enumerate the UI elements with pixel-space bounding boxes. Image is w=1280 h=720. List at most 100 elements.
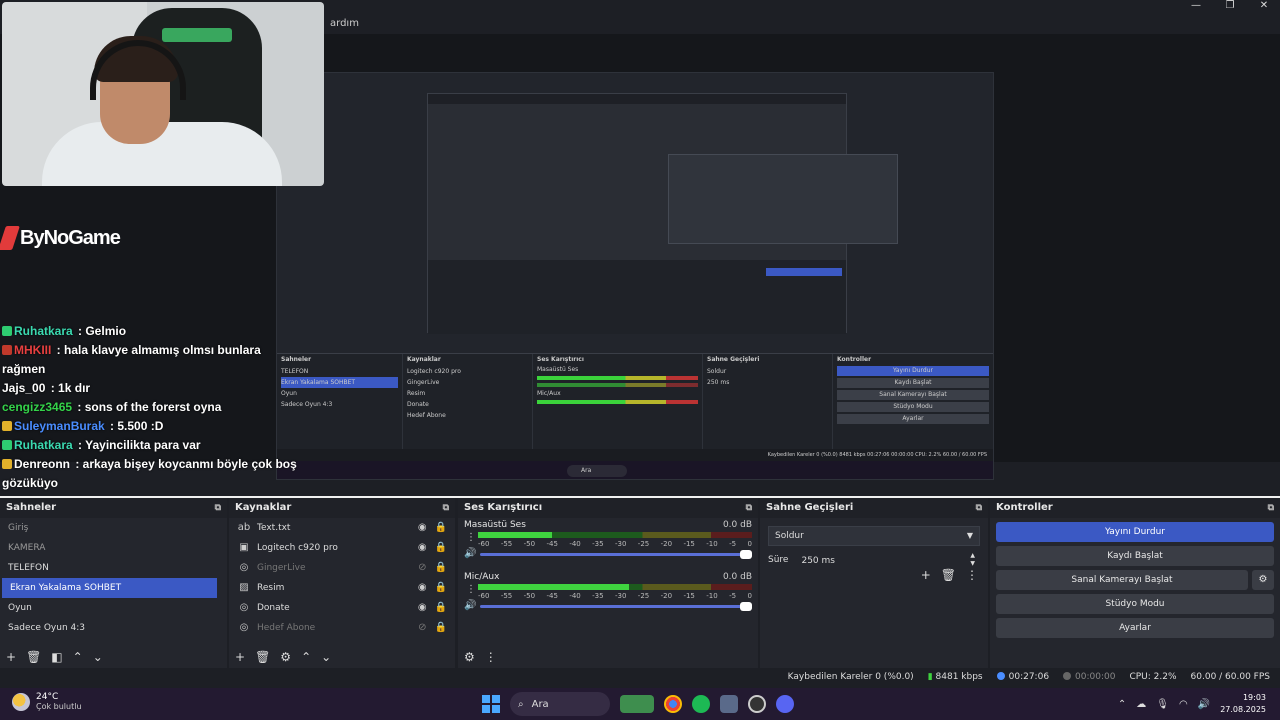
volume-slider[interactable] [480,550,752,559]
mic-icon[interactable]: 🎙 [1156,699,1169,710]
network-icon[interactable]: ☁ [1136,699,1146,710]
stop-stream-button[interactable]: Yayını Durdur [996,522,1274,542]
float-icon[interactable]: ⧉ [976,498,982,518]
volume-icon[interactable]: 🔊 [1198,699,1210,710]
source-item[interactable]: ◎ Donate ◉ 🔒 [229,598,455,618]
obs-icon[interactable] [748,695,766,713]
eye-icon[interactable]: ◉ [418,578,427,598]
spotify-icon[interactable] [692,695,710,713]
mixer-menu-icon[interactable]: ⋮ [485,650,497,664]
source-item[interactable]: ◎ GingerLive ⊘ 🔒 [229,558,455,578]
controls-dock: Kontroller ⧉ Yayını Durdur Kaydı Başlat S… [990,498,1280,668]
studio-mode-button[interactable]: Stüdyo Modu [996,594,1274,614]
move-down-icon[interactable]: ⌄ [321,650,331,664]
remove-transition-icon[interactable]: 🗑 [941,568,956,582]
lock-icon[interactable]: 🔒 [435,598,447,618]
inner-statusbar: Kaybedilen Kareler 0 (%0.0) 8481 kbps 00… [277,449,993,461]
source-item[interactable]: ◎ Hedef Abone ⊘ 🔒 [229,618,455,638]
scene-item[interactable]: TELEFON [0,558,227,578]
weather-widget[interactable]: 24°C Çok bulutlu [12,692,82,711]
bynogame-logo: ByNoGame [0,226,121,250]
eye-hidden-icon[interactable]: ⊘ [418,618,426,638]
float-icon[interactable]: ⧉ [215,498,221,518]
close-button[interactable]: ✕ [1258,0,1270,11]
scale-tick: -15 [683,540,695,548]
lock-icon[interactable]: 🔒 [435,618,447,638]
source-item[interactable]: ▣ Logitech c920 pro ◉ 🔒 [229,538,455,558]
eye-icon[interactable]: ◉ [418,518,427,538]
source-item[interactable]: ▨ Resim ◉ 🔒 [229,578,455,598]
transition-select[interactable]: Soldur ▼ [768,526,980,546]
move-up-icon[interactable]: ⌃ [73,650,83,664]
minimize-button[interactable]: — [1190,0,1202,11]
advanced-audio-icon[interactable]: ⚙ [464,650,475,664]
wifi-icon[interactable]: ◠ [1179,699,1188,710]
move-down-icon[interactable]: ⌄ [93,650,103,664]
chat-text: : 5.500 :D [106,419,164,433]
scene-item[interactable]: KAMERA [0,538,227,558]
lock-icon[interactable]: 🔒 [435,538,447,558]
channel-menu-icon[interactable]: ⋮ [466,584,476,595]
gear-icon[interactable]: ⚙ [1252,570,1274,590]
virtual-camera-button[interactable]: Sanal Kamerayı Başlat [996,570,1248,590]
chat-username: Denreonn [14,457,71,471]
start-icon[interactable] [482,695,500,713]
source-name: GingerLive [257,563,306,573]
controls-title: Kontroller [996,502,1053,513]
remove-source-icon[interactable]: 🗑 [255,650,270,664]
scale-tick: -55 [500,592,513,600]
lock-icon[interactable]: 🔒 [435,578,447,598]
add-transition-icon[interactable]: + [921,568,931,582]
maximize-button[interactable]: ❐ [1224,0,1236,11]
inner-mixer-ch: Masaüstü Ses [537,366,579,373]
add-scene-icon[interactable]: + [6,650,16,664]
inner-controls-title: Kontroller [837,356,872,363]
duration-input[interactable]: 250 ms ▲ ▼ [796,550,980,570]
scale-tick: -35 [592,540,604,548]
eye-hidden-icon[interactable]: ⊘ [418,558,426,578]
source-name: Hedef Abone [257,623,316,633]
remove-scene-icon[interactable]: 🗑 [26,650,41,664]
scene-item[interactable]: Oyun [0,598,227,618]
chevron-up-icon[interactable]: ⌃ [1118,699,1126,710]
clock[interactable]: 19:03 27.08.2025 [1220,692,1266,716]
statusbar: Kaybedilen Kareler 0 (%0.0) ▮ 8481 kbps … [0,668,1280,688]
scene-item[interactable]: Giriş [0,518,227,538]
scene-filters-icon[interactable]: ◧ [51,650,62,664]
speaker-icon[interactable]: 🔊 [464,548,476,559]
channel-name: Masaüstü Ses [464,520,526,530]
move-up-icon[interactable]: ⌃ [301,650,311,664]
scene-item-selected[interactable]: Ekran Yakalama SOHBET [2,578,217,598]
widgets-icon[interactable] [620,695,654,713]
menu-help[interactable]: ardım [330,18,359,29]
lock-icon[interactable]: 🔒 [435,558,447,578]
bynogame-mark-icon [0,226,20,250]
scale-tick: -20 [660,540,673,548]
text-icon: ab [237,522,251,533]
lock-icon[interactable]: 🔒 [435,518,447,538]
scene-item[interactable]: Sadece Oyun 4:3 [0,618,227,638]
chrome-icon[interactable] [664,695,682,713]
scale-tick: 0 [747,540,752,548]
channel-name: Mic/Aux [464,572,500,582]
start-recording-button[interactable]: Kaydı Başlat [996,546,1274,566]
settings-button[interactable]: Ayarlar [996,618,1274,638]
channel-menu-icon[interactable]: ⋮ [466,532,476,543]
float-icon[interactable]: ⧉ [1268,498,1274,518]
source-item[interactable]: ab Text.txt ◉ 🔒 [229,518,455,538]
transition-menu-icon[interactable]: ⋮ [966,568,978,582]
chat-text: : 1k dır [47,381,91,395]
taskbar-search[interactable]: ⌕ Ara [510,692,610,716]
chat-badge-icon [2,440,12,450]
float-icon[interactable]: ⧉ [746,498,752,518]
volume-slider[interactable] [480,602,752,611]
discord-icon[interactable] [776,695,794,713]
eye-icon[interactable]: ◉ [418,598,427,618]
eye-icon[interactable]: ◉ [418,538,427,558]
float-icon[interactable]: ⧉ [443,498,449,518]
speaker-icon[interactable]: 🔊 [464,600,476,611]
spinner-icon[interactable]: ▲ ▼ [970,552,975,568]
app-icon[interactable] [720,695,738,713]
source-properties-icon[interactable]: ⚙ [280,650,291,664]
add-source-icon[interactable]: + [235,650,245,664]
